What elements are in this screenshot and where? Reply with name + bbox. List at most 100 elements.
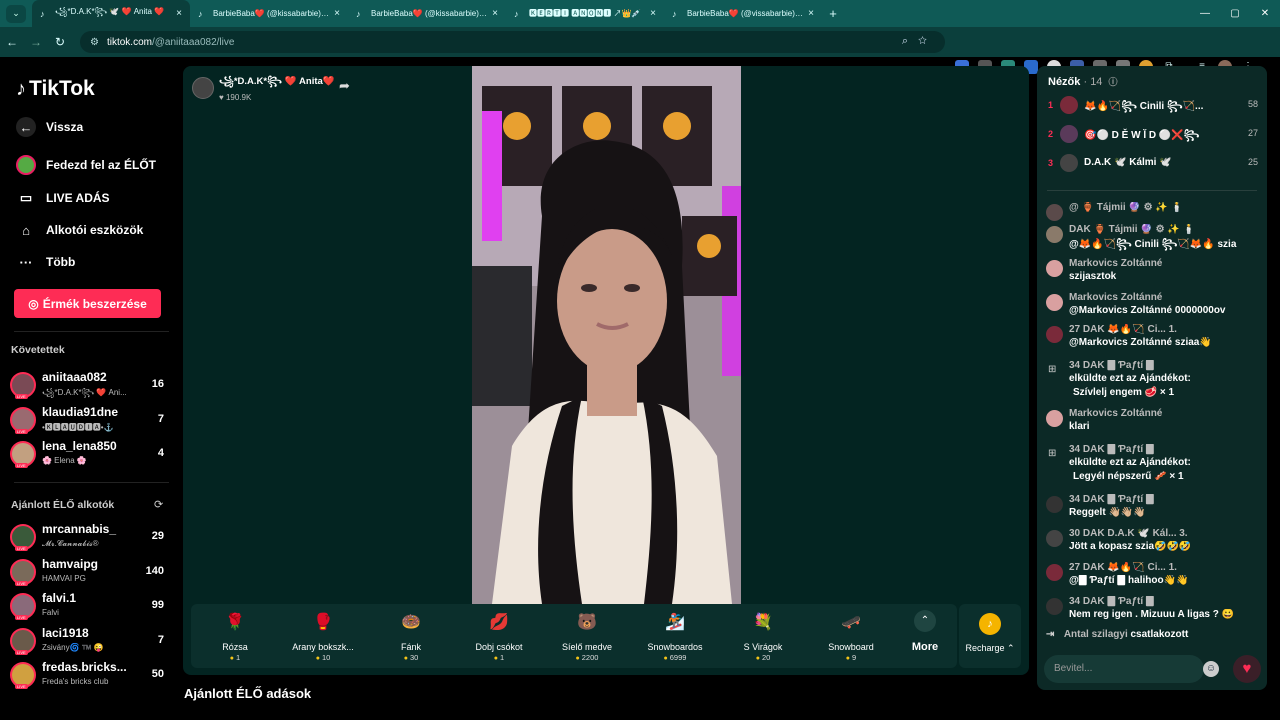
chat-username[interactable]: 30 DAK D.A.K 🕊️ Kál... 3. <box>1069 528 1259 539</box>
new-tab-button[interactable]: + <box>822 6 844 21</box>
chat-username[interactable]: 34 DAK 🀫 Ƥaƒtí 🀫 <box>1069 444 1259 455</box>
chat-avatar[interactable] <box>1046 496 1063 513</box>
live-badge: LIVE <box>15 428 28 434</box>
browser-tab[interactable]: ♪ 🅺🅴🆁🆃🅸 🅰🅽🅾🅽🅸 ↗👑💉 × <box>506 0 664 27</box>
live-video[interactable] <box>472 66 741 604</box>
like-heart-button[interactable]: ♥ <box>1233 655 1261 683</box>
emoji-icon[interactable]: ☺ <box>1203 661 1219 677</box>
top-viewer-row[interactable]: 1 🦊🔥🏹꧂ Cinili ꧂🏹... 58 <box>1048 96 1258 116</box>
more-link[interactable]: ··· Több <box>16 252 76 272</box>
chat-username[interactable]: Markovics Zoltánné <box>1069 258 1259 269</box>
info-icon[interactable]: ⓘ <box>1109 77 1118 87</box>
chat-avatar[interactable] <box>1046 260 1063 277</box>
browser-tab[interactable]: ♪ BarbieBaba❤️ (@kissabarbie) | TikTok × <box>190 0 348 27</box>
live-broadcast-link[interactable]: ▭ LIVE ADÁS <box>16 188 110 208</box>
close-tab-icon[interactable]: × <box>492 8 498 19</box>
browser-tab[interactable]: ♪ BarbieBaba❤️ (@kissabarbie) | TikTok × <box>348 0 506 27</box>
gift-item[interactable]: 🛹 Snowboard9 <box>807 610 895 662</box>
gift-name: Síelő medve <box>561 642 613 652</box>
chat-avatar[interactable] <box>1046 204 1063 221</box>
account-item[interactable]: LIVE mrcannabis_ 𝓜𝓻.𝓒𝓪𝓷𝓷𝓪𝓫𝓲𝓼® 29 <box>10 522 170 554</box>
chat-avatar[interactable] <box>1046 294 1063 311</box>
host-info[interactable]: ꧁*D.A.K*꧂ ❤️ Anita❤️ ♥ 190.9K <box>192 73 335 102</box>
chat-text: szijasztok <box>1069 271 1117 282</box>
tiktok-favicon-icon: ♪ <box>40 8 45 19</box>
chat-username[interactable]: 34 DAK 🀫 Ƥaƒtí 🀫 <box>1069 596 1259 607</box>
chat-username[interactable]: Markovics Zoltánné <box>1069 408 1259 419</box>
recharge-button[interactable]: ♪ Recharge ⌃ <box>959 604 1021 668</box>
get-coins-button[interactable]: ◎ Érmék beszerzése <box>14 289 161 318</box>
browser-tab[interactable]: ♪ ꧁*D.A.K*꧂ 🕊️ ❤️ Anita ❤️ × <box>32 0 190 27</box>
viewers-header[interactable]: Nézők · 14 ⓘ <box>1048 75 1118 88</box>
creator-tools-link[interactable]: ⌂ Alkotói eszközök <box>16 220 143 240</box>
chat-avatar[interactable] <box>1046 326 1063 343</box>
chat-avatar[interactable] <box>1046 598 1063 615</box>
gift-item[interactable]: 💐 S Virágok20 <box>719 610 807 662</box>
maximize-button[interactable]: ▢ <box>1220 0 1250 27</box>
account-name: mrcannabis_ <box>42 522 117 536</box>
account-item[interactable]: LIVE fredas.bricks... Freda's bricks club 5… <box>10 660 170 692</box>
chat-username[interactable]: Markovics Zoltánné <box>1069 292 1259 303</box>
tiktok-logo[interactable]: ♪ TikTok <box>16 77 95 101</box>
gift-item[interactable]: 🏂 Snowboardos6999 <box>631 610 719 662</box>
close-window-button[interactable]: ✕ <box>1250 0 1280 27</box>
address-bar[interactable]: ⚙ tiktok.com/@aniitaaa082/live ⌕☆ <box>80 31 945 53</box>
gift-item[interactable]: 💋 Dobj csókot1 <box>455 610 543 662</box>
share-arrow-icon[interactable]: ➦ <box>339 78 350 94</box>
tab-search-button[interactable]: ⌄ <box>6 4 26 23</box>
gift-price: 1 <box>455 653 543 662</box>
divider <box>1047 190 1257 191</box>
chat-username[interactable]: 27 DAK 🦊🔥🏹 Ci... 1. <box>1069 562 1259 573</box>
refresh-icon[interactable]: ⟳ <box>154 498 163 511</box>
viewers-count: · 14 <box>1083 76 1103 88</box>
back-link[interactable]: ← Vissza <box>16 117 83 137</box>
gift-item[interactable]: 🥊 Arany bokszk...10 <box>279 610 367 662</box>
get-coins-label: Érmék beszerzése <box>42 296 147 311</box>
top-viewer-row[interactable]: 3 D.A.K 🕊️ Kálmi 🕊️ 25 <box>1048 154 1258 174</box>
chat-username[interactable]: 34 DAK 🀫 Ƥaƒtí 🀫 <box>1069 494 1259 505</box>
reload-button[interactable]: ↻ <box>48 35 72 49</box>
gift-item[interactable]: 🌹 Rózsa1 <box>191 610 279 662</box>
chat-username[interactable]: DAK 🏺 Tájmii 🔮 ⚙ ✨ 🕯️ <box>1069 224 1259 235</box>
chat-avatar[interactable] <box>1046 530 1063 547</box>
video-camera-icon: ▭ <box>19 190 33 205</box>
more-gifts-label: More <box>911 641 939 653</box>
chat-avatar[interactable] <box>1046 564 1063 581</box>
close-tab-icon[interactable]: × <box>334 8 340 19</box>
chat-avatar[interactable] <box>1046 410 1063 427</box>
account-item[interactable]: LIVE klaudia91dne •🅺🅻🅰🆄🅳🅸🅰•⚓ 7 <box>10 405 170 437</box>
chat-username[interactable]: 34 DAK 🀫 Ƥaƒtí 🀫 <box>1069 360 1259 371</box>
close-tab-icon[interactable]: × <box>650 8 656 19</box>
account-item[interactable]: LIVE aniitaaa082 ꧁*D.A.K*꧂ ❤️ Ani... 16 <box>10 370 170 402</box>
gift-price: 2200 <box>543 653 631 662</box>
chat-text: Nem reg igen . Mizuuu A ligas ? 😀 <box>1069 609 1235 620</box>
account-item[interactable]: LIVE hamvaipg HAMVAI PG 140 <box>10 557 170 589</box>
site-info-icon[interactable]: ⚙ <box>90 37 99 48</box>
browser-tab[interactable]: ♪ BarbieBaba❤️ (@vissabarbie) | TikTok × <box>664 0 822 27</box>
back-nav-button[interactable]: ← <box>0 35 24 49</box>
account-item[interactable]: LIVE lena_lena850 🌸 Elena 🌸 4 <box>10 439 170 471</box>
zoom-icon[interactable]: ⌕ <box>902 35 918 47</box>
viewer-name: D.A.K 🕊️ Kálmi 🕊️ <box>1084 157 1172 168</box>
creator-tools-label: Alkotói eszközök <box>46 223 144 237</box>
forward-nav-button[interactable]: → <box>24 35 48 49</box>
gift-item[interactable]: 🍩 Fánk30 <box>367 610 455 662</box>
chat-input[interactable]: Bevitel... <box>1044 655 1204 683</box>
top-viewer-row[interactable]: 2 🎯⚪ D Ě W Ĭ D ⚪❌꧂ 27 <box>1048 125 1258 145</box>
close-tab-icon[interactable]: × <box>176 8 182 19</box>
account-item[interactable]: LIVE falvi.1 Falvi 99 <box>10 591 170 623</box>
viewer-avatar <box>1060 154 1078 172</box>
minimize-button[interactable]: — <box>1190 0 1220 27</box>
close-tab-icon[interactable]: × <box>808 8 814 19</box>
explore-live-link[interactable]: Fedezd fel az ÉLŐT <box>16 155 156 175</box>
bookmark-star-icon[interactable]: ☆ <box>918 35 937 47</box>
join-arrow-icon: ⇥ <box>1046 629 1055 640</box>
chat-avatar[interactable] <box>1046 226 1063 243</box>
window-controls: — ▢ ✕ <box>1190 0 1280 27</box>
account-item[interactable]: LIVE laci1918 Zsivány🌀 ™️ 😜 7 <box>10 626 170 658</box>
account-avatar: LIVE <box>10 524 36 551</box>
gift-item[interactable]: 🐻 Síelő medve2200 <box>543 610 631 662</box>
more-gifts-button[interactable]: ⌃ More <box>896 610 954 653</box>
chat-username[interactable]: @ 🏺 Tájmii 🔮 ⚙ ✨ 🕯️ <box>1069 202 1259 213</box>
chat-username[interactable]: 27 DAK 🦊🔥🏹 Ci... 1. <box>1069 324 1259 335</box>
